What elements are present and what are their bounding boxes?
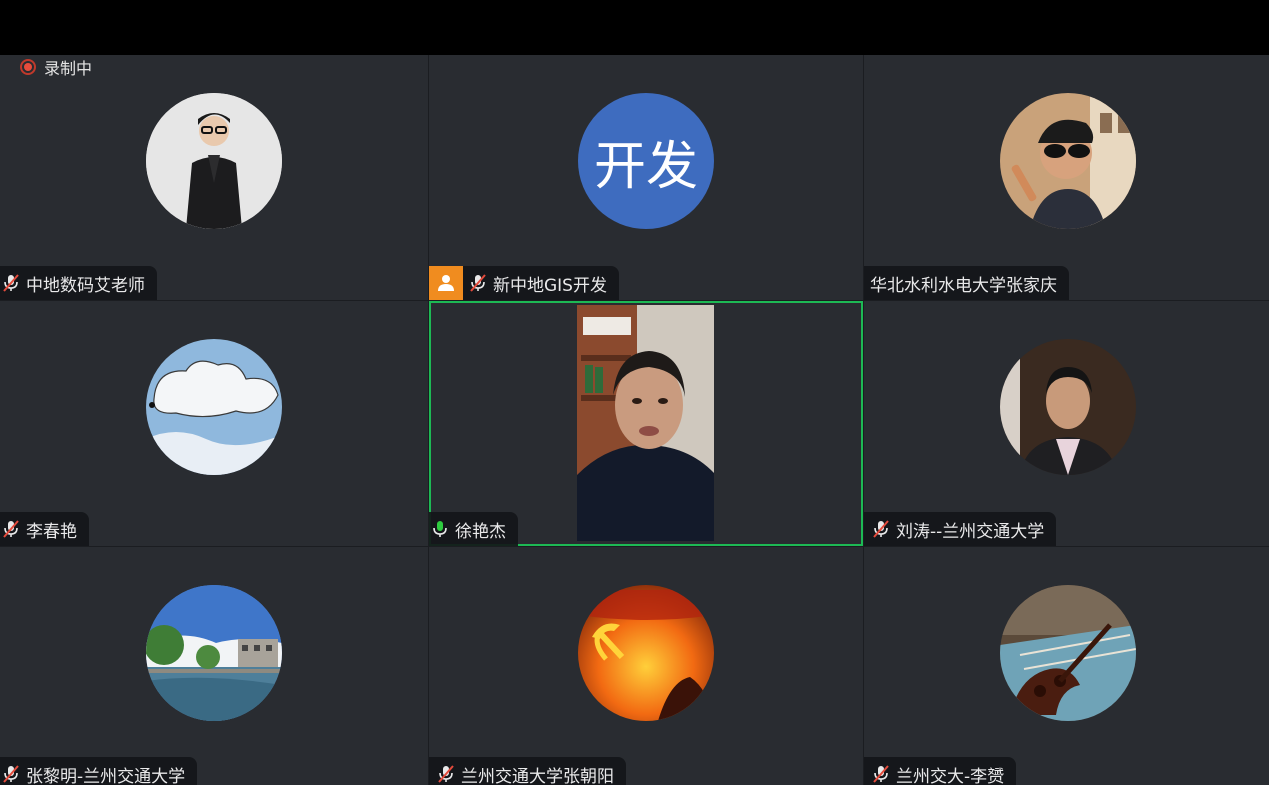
participant-tile[interactable]: 李春艳	[0, 301, 428, 546]
meeting-window: 录制中 中地数码艾老师 开发 新中地GIS开发 华北水利水电大学张家庆 李春艳 …	[0, 0, 1269, 785]
recording-icon	[20, 59, 36, 75]
recording-indicator[interactable]: 录制中	[20, 56, 92, 78]
mic-muted-icon[interactable]	[437, 764, 455, 784]
participant-name-tag: 徐艳杰	[429, 512, 518, 546]
mic-muted-icon[interactable]	[469, 273, 487, 293]
avatar-photo-icon	[578, 585, 714, 721]
participant-avatar	[146, 93, 282, 229]
participant-name: 新中地GIS开发	[493, 275, 607, 296]
participant-name: 华北水利水电大学张家庆	[870, 275, 1057, 296]
participant-name: 兰州交通大学张朝阳	[461, 766, 614, 785]
video-feed-icon	[577, 305, 714, 541]
participant-name-tag: 新中地GIS开发	[429, 266, 619, 300]
participant-tile[interactable]: 华北水利水电大学张家庆	[864, 55, 1269, 300]
participant-tile[interactable]: 兰州交大-李赟	[864, 547, 1269, 785]
participant-tile[interactable]: 刘涛--兰州交通大学	[864, 301, 1269, 546]
participant-avatar	[146, 339, 282, 475]
avatar-photo-icon	[999, 339, 1136, 475]
participant-tile[interactable]: 中地数码艾老师	[0, 55, 428, 300]
participant-video	[577, 305, 714, 541]
participant-avatar	[578, 585, 714, 721]
mic-muted-icon[interactable]	[2, 519, 20, 539]
participant-tile-active[interactable]: 徐艳杰	[429, 301, 863, 546]
avatar-photo-icon	[146, 585, 282, 721]
participant-avatar	[999, 339, 1136, 475]
mic-muted-icon[interactable]	[2, 273, 20, 293]
participant-avatar	[999, 585, 1136, 721]
participant-name-tag: 张黎明-兰州交通大学	[0, 757, 198, 785]
mic-muted-icon[interactable]	[872, 764, 890, 784]
participant-avatar	[999, 93, 1136, 229]
mic-muted-icon[interactable]	[2, 764, 20, 784]
participant-name: 张黎明-兰州交通大学	[26, 766, 186, 785]
participant-grid: 中地数码艾老师 开发 新中地GIS开发 华北水利水电大学张家庆 李春艳 徐艳杰 …	[0, 55, 1269, 785]
participant-name: 兰州交大-李赟	[896, 766, 1005, 785]
avatar-photo-icon	[146, 93, 282, 229]
participant-name-tag: 中地数码艾老师	[0, 266, 157, 300]
avatar-photo-icon	[146, 339, 282, 475]
participant-name-tag: 刘涛--兰州交通大学	[864, 512, 1057, 546]
avatar-photo-icon	[999, 585, 1136, 721]
participant-name-tag: 华北水利水电大学张家庆	[864, 266, 1069, 300]
participant-tile[interactable]: 张黎明-兰州交通大学	[0, 547, 428, 785]
avatar-photo-icon	[999, 93, 1136, 229]
participant-tile[interactable]: 开发 新中地GIS开发	[429, 55, 863, 300]
participant-name: 徐艳杰	[455, 521, 506, 542]
participant-name: 李春艳	[26, 521, 77, 542]
participant-name: 刘涛--兰州交通大学	[896, 521, 1045, 542]
participant-avatar	[146, 585, 282, 721]
recording-label: 录制中	[44, 59, 93, 78]
mic-active-icon[interactable]	[431, 519, 449, 539]
participant-tile[interactable]: 兰州交通大学张朝阳	[429, 547, 863, 785]
participant-name-tag: 李春艳	[0, 512, 89, 546]
participant-name-tag: 兰州交大-李赟	[864, 757, 1017, 785]
mic-muted-icon[interactable]	[872, 519, 890, 539]
participant-name-tag: 兰州交通大学张朝阳	[429, 757, 626, 785]
participant-name: 中地数码艾老师	[26, 275, 145, 296]
host-user-icon	[429, 266, 463, 300]
participant-text-avatar: 开发	[578, 93, 714, 229]
